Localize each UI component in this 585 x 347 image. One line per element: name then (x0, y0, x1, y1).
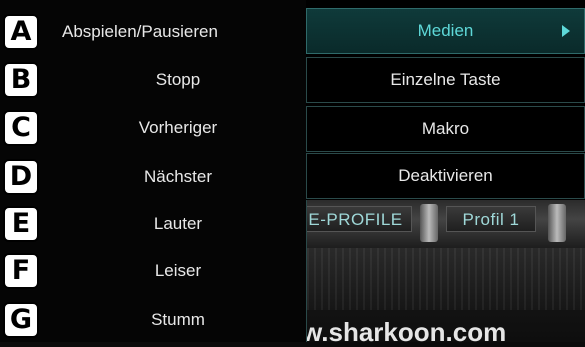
key-badge: D (3, 159, 39, 195)
menu-item-macro[interactable]: Makro (306, 106, 585, 152)
menu-item-media[interactable]: Medien (306, 8, 585, 54)
menu-item-volume-down[interactable]: F Leiser (0, 247, 306, 295)
menu-item-label: Lauter (153, 214, 203, 233)
key-badge: F (3, 253, 39, 289)
key-assignment-menu: Medien Einzelne Taste Makro Deaktivieren (306, 0, 585, 200)
menu-item-label: Medien (417, 21, 474, 40)
menu-item-label: Nächster (143, 167, 213, 186)
menu-item-label: Makro (421, 119, 470, 138)
menu-item-label: Leiser (154, 261, 202, 280)
menu-item-label: Vorheriger (138, 118, 218, 137)
menu-item-next[interactable]: D Nächster (0, 153, 306, 201)
profile-tab-1: Profil 1 (446, 206, 536, 232)
menu-item-label: Deaktivieren (398, 166, 493, 185)
chevron-right-icon (562, 25, 570, 37)
menu-item-stop[interactable]: B Stopp (0, 56, 306, 104)
menu-item-label: Stumm (151, 310, 205, 329)
peg-decoration (548, 204, 566, 242)
menu-item-label: Stopp (155, 70, 201, 89)
key-badge: C (3, 110, 39, 146)
menu-item-single-key[interactable]: Einzelne Taste (306, 57, 585, 103)
menu-item-label: Abspielen/Pausieren (62, 22, 218, 41)
menu-item-label: Einzelne Taste (390, 70, 501, 89)
key-badge: E (3, 206, 39, 242)
menu-item-play-pause[interactable]: A Abspielen/Pausieren (0, 8, 306, 56)
key-badge: A (3, 14, 39, 50)
peg-decoration (420, 204, 438, 242)
key-badge: G (3, 302, 39, 338)
key-badge: B (3, 62, 39, 98)
menu-item-volume-up[interactable]: E Lauter (0, 200, 306, 248)
profile-tab-e: E-PROFILE (300, 206, 412, 232)
hardware-texture (300, 248, 585, 310)
media-function-menu: A Abspielen/Pausieren B Stopp C Vorherig… (0, 0, 307, 342)
menu-item-disable[interactable]: Deaktivieren (306, 153, 585, 199)
menu-item-previous[interactable]: C Vorheriger (0, 104, 306, 152)
menu-item-mute[interactable]: G Stumm (0, 296, 306, 344)
